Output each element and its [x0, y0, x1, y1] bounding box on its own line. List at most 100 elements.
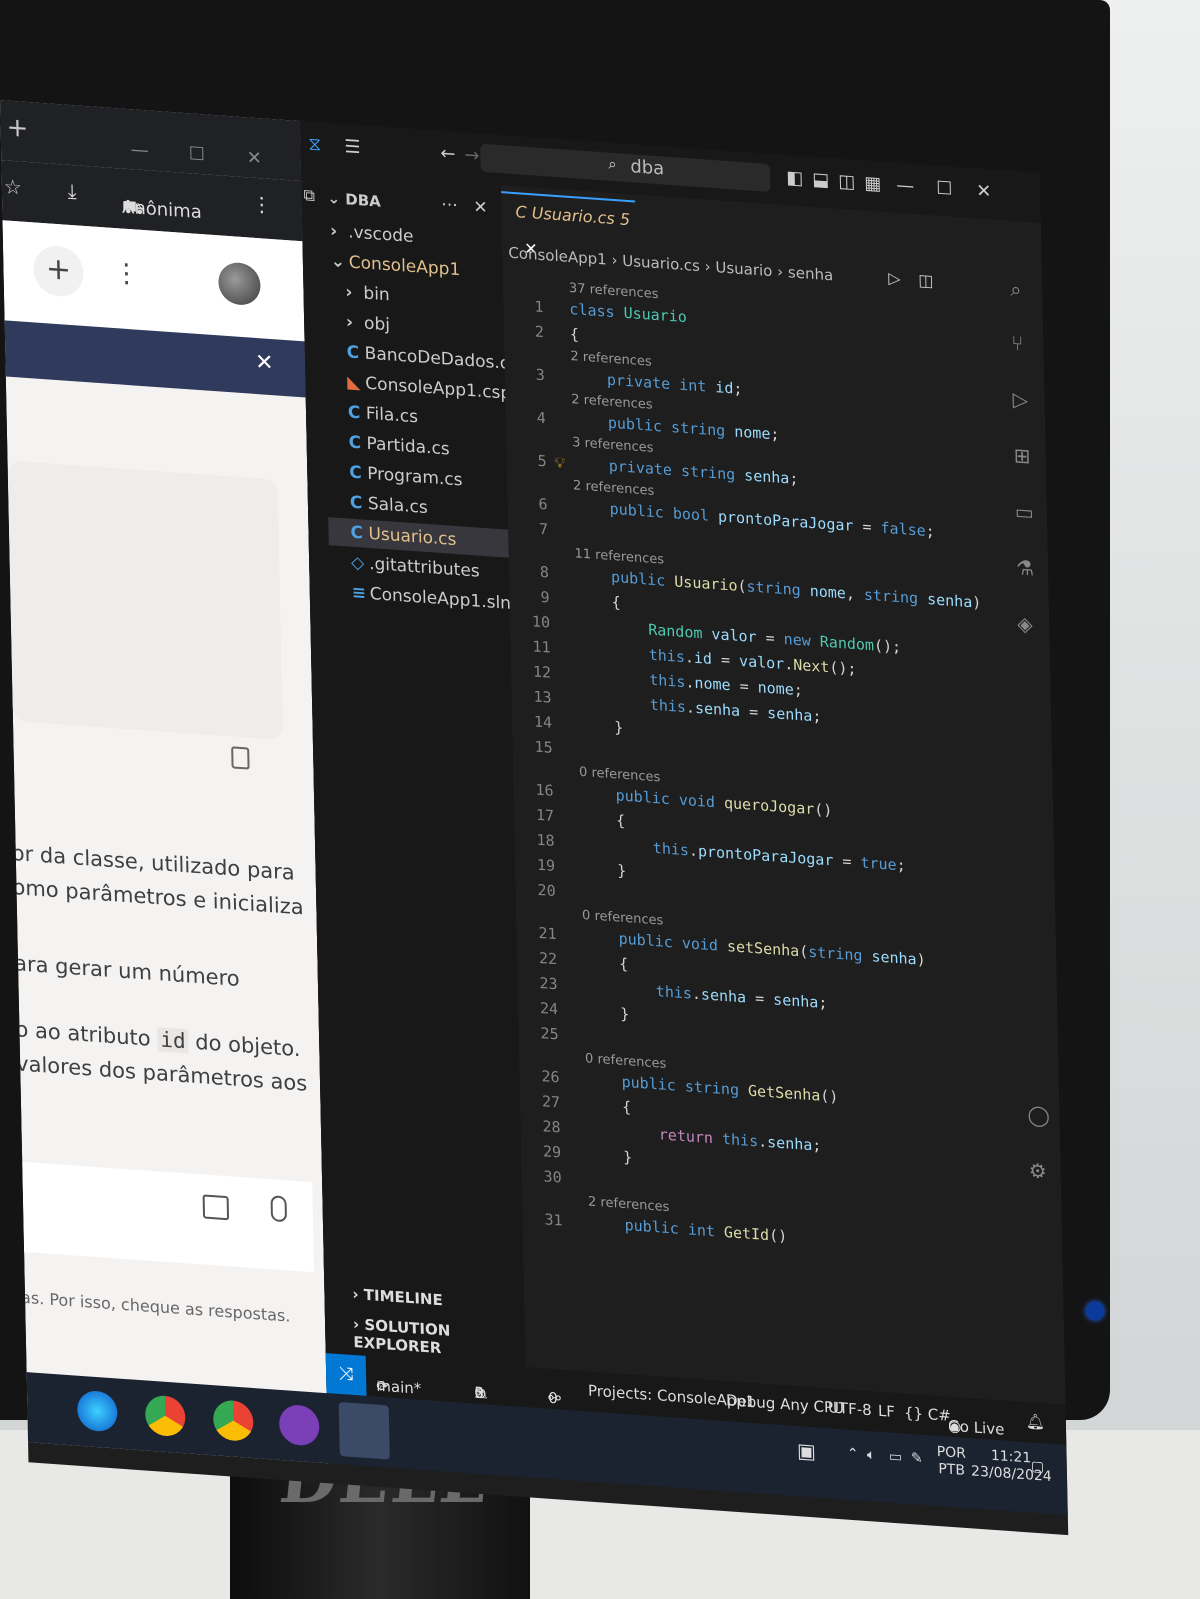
chevron-right-icon: › [345, 312, 354, 333]
lightbulb-icon[interactable]: 💡︎ [554, 451, 565, 474]
line-number: 1 [534, 297, 544, 317]
csharp-file-icon: C [515, 202, 527, 222]
github-desktop-icon[interactable] [278, 1403, 320, 1447]
explorer-root-title[interactable]: ⌄ DBA [327, 189, 381, 211]
close-window-icon[interactable]: ✕ [247, 147, 263, 169]
chrome-window: + — ☐ ✕ ☆ ⤓ ⛟ Anônima ⋮ + ⋮ ✕ or da clas… [0, 100, 328, 1464]
close-icon[interactable]: ✕ [473, 197, 488, 218]
add-image-icon[interactable] [202, 1194, 230, 1221]
lang-top: POR [936, 1443, 967, 1462]
new-tab-button[interactable]: + [6, 112, 28, 144]
breadcrumb-item[interactable]: Usuario.cs [622, 252, 700, 275]
widgets-icon[interactable]: ▣ [797, 1438, 816, 1463]
prompt-input-area[interactable] [22, 1161, 315, 1273]
line-number: 11 [532, 637, 551, 657]
tree-item-label: ConsoleApp1.sln [369, 583, 512, 614]
remote-indicator-icon[interactable]: ⤨ [325, 1353, 367, 1396]
microphone-icon[interactable] [270, 1195, 288, 1223]
encoding-status[interactable]: UTF-8 [828, 1398, 872, 1419]
breadcrumb-item[interactable]: Usuario [715, 258, 772, 280]
explorer-panel: ⌄ DBA ··· ✕ › .vscode ⌄ ConsoleApp1 › bin › obj… [320, 172, 533, 1368]
editor-area: C Usuario.cs 5 ✕ ConsoleApp1 › Usuario.c… [500, 185, 1066, 1405]
warning-count: 5 [474, 1383, 485, 1403]
chrome-profile-icon[interactable] [212, 1399, 254, 1443]
line-number: 16 [535, 780, 554, 800]
network-icon[interactable]: ▭ [889, 1449, 903, 1467]
line-number: 5 [537, 451, 547, 471]
remote-explorer-icon[interactable]: ▭ [1015, 499, 1034, 524]
run-debug-icon[interactable]: ▷ [1012, 387, 1028, 412]
pen-icon[interactable]: ✎ [911, 1450, 923, 1468]
notifications-bell-icon[interactable]: 🔔︎ [1026, 1412, 1045, 1431]
timeline-section[interactable]: › TIMELINE [352, 1285, 443, 1309]
tab-problem-count: 5 [619, 209, 631, 230]
breadcrumb-item[interactable]: senha [788, 263, 834, 284]
more-actions-icon[interactable]: ··· [441, 195, 458, 216]
chevron-right-icon: › [329, 221, 338, 242]
toggle-panel-icon[interactable]: ⬓ [812, 169, 829, 191]
maximize-icon[interactable]: ☐ [936, 178, 953, 200]
list-icon: ≡ [351, 582, 367, 604]
notification-center-icon[interactable]: ▢ [1031, 1458, 1045, 1476]
code-text: { [582, 952, 629, 974]
extensions-icon[interactable]: ⊞ [1013, 443, 1030, 468]
more-options-icon[interactable]: ⋮ [113, 258, 140, 290]
forward-arrow-icon[interactable]: → [464, 145, 480, 167]
explorer-icon[interactable]: ⧉ [303, 185, 315, 206]
line-number: 24 [539, 999, 559, 1019]
line-number: 23 [539, 973, 558, 994]
new-chat-button[interactable]: + [32, 244, 85, 298]
line-number: 22 [538, 948, 558, 969]
build-config-status[interactable]: Debug Any CPU [726, 1391, 844, 1417]
minimize-icon[interactable]: — [896, 175, 914, 197]
input-language[interactable]: POR PTB [937, 1444, 967, 1480]
edge-icon[interactable] [76, 1389, 118, 1433]
ports-count: 0 [548, 1388, 558, 1408]
go-live-label: Go Live [947, 1416, 1005, 1439]
power-button[interactable] [1086, 1302, 1104, 1320]
volume-icon[interactable]: 🔈︎ [867, 1447, 876, 1465]
avatar[interactable] [218, 261, 261, 307]
search-icon[interactable]: ⌕ [1010, 277, 1022, 302]
tree-item-label: Partida.cs [366, 433, 450, 460]
close-window-icon[interactable]: ✕ [976, 180, 992, 202]
monitor-screen: + — ☐ ✕ ☆ ⤓ ⛟ Anônima ⋮ + ⋮ ✕ or da clas… [0, 100, 1069, 1536]
split-editor-icon[interactable]: ◫ [918, 270, 934, 290]
menu-hamburger-icon[interactable]: ☰ [344, 136, 361, 158]
maximize-icon[interactable]: ☐ [189, 143, 206, 165]
run-icon[interactable]: ▷ [888, 268, 901, 288]
chevron-down-icon: ⌄ [330, 251, 346, 273]
source-control-icon[interactable]: ⑂ [1011, 331, 1024, 356]
back-arrow-icon[interactable]: ← [440, 143, 456, 165]
language-status[interactable]: {} C# [904, 1404, 951, 1425]
code-editor[interactable]: 37 references 1 class Usuario 2{2 reference… [503, 275, 1043, 1246]
close-banner-icon[interactable]: ✕ [255, 350, 274, 376]
tab-usuario-cs[interactable]: C Usuario.cs 5 ✕ [501, 191, 636, 259]
command-center-search[interactable] [480, 143, 771, 192]
toggle-sidebar-icon[interactable]: ◧ [786, 167, 803, 189]
chrome-menu-icon[interactable]: ⋮ [251, 192, 271, 217]
git-graph-icon[interactable]: ◈ [1017, 611, 1033, 636]
copy-icon[interactable] [231, 746, 250, 770]
layout-icon[interactable]: ▦ [864, 173, 881, 195]
eol-status[interactable]: LF [878, 1402, 895, 1421]
chrome-icon[interactable] [144, 1394, 186, 1438]
tab-label: Usuario.cs [531, 203, 615, 229]
account-icon[interactable]: ◯ [1027, 1102, 1050, 1128]
vscode-taskbar-icon[interactable] [338, 1402, 390, 1460]
tree-item-label: Usuario.cs [368, 523, 457, 551]
line-number: 6 [538, 494, 548, 514]
bookmark-star-icon[interactable]: ☆ [4, 174, 22, 199]
line-number: 19 [536, 855, 556, 876]
sync-icon: ⟳ [376, 1376, 390, 1396]
minimize-icon[interactable]: — [131, 139, 149, 161]
csharp-icon: C [347, 402, 361, 424]
line-number: 3 [535, 365, 546, 385]
settings-gear-icon[interactable]: ⚙ [1028, 1158, 1046, 1183]
toggle-secondary-sidebar-icon[interactable]: ◫ [838, 171, 855, 193]
tree-item-label: ConsoleApp1 [348, 252, 461, 281]
testing-icon[interactable]: ⚗ [1016, 555, 1034, 580]
tree-item-label: Program.cs [366, 463, 463, 491]
tray-chevron-icon[interactable]: ⌃ [847, 1446, 859, 1464]
download-icon[interactable]: ⤓ [68, 179, 77, 204]
